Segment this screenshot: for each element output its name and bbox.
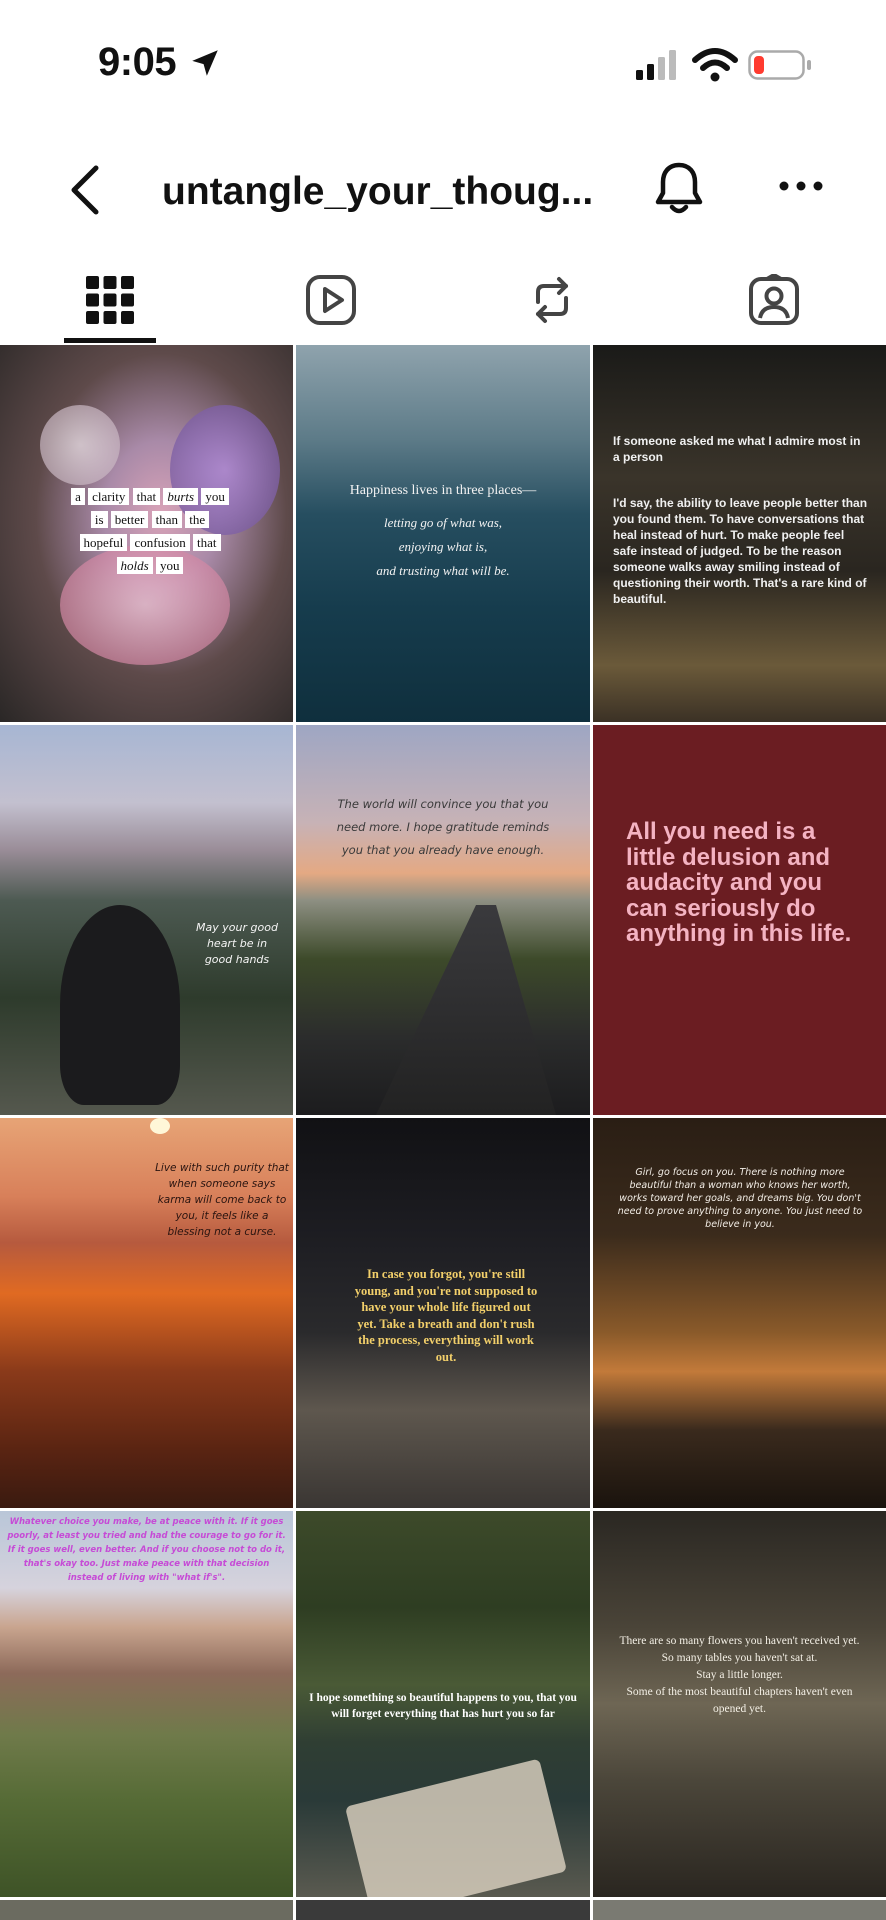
caption-word: hopeful (79, 534, 128, 551)
post-caption: Whatever choice you make, be at peace wi… (7, 1517, 286, 1583)
caption-word: that (193, 534, 221, 551)
profile-tabs (0, 256, 886, 344)
tab-tagged[interactable] (684, 256, 864, 344)
caption-word: burts (163, 488, 199, 505)
post-caption: I'd say, the ability to leave people bet… (613, 496, 868, 606)
post-tile[interactable]: Girl, go focus on you. There is nothing … (593, 1118, 886, 1508)
road-image (376, 905, 556, 1115)
caption-word: you (155, 557, 184, 574)
selected-tab-indicator (64, 338, 156, 343)
post-tile[interactable]: There are so many flowers you haven't re… (593, 1511, 886, 1897)
flower-image (40, 405, 120, 485)
back-chevron-icon[interactable] (66, 164, 106, 216)
caption-word: the (185, 511, 210, 528)
caption-line: Stay a little longer. (696, 1669, 783, 1681)
status-bar: 9:05 (0, 0, 886, 120)
more-dots-icon[interactable] (778, 178, 824, 194)
post-caption: Live with such purity that when someone … (155, 1162, 289, 1238)
caption-word: is (90, 511, 108, 528)
post-tile[interactable]: Live with such purity that when someone … (0, 1118, 293, 1508)
reposts-icon (536, 277, 568, 323)
caption-word: than (151, 511, 182, 528)
post-caption-lines: There are so many flowers you haven't re… (613, 1633, 866, 1718)
post-caption: In case you forgot, you're still young, … (354, 1267, 538, 1364)
post-tile[interactable]: Happiness lives in three places— letting… (296, 345, 590, 722)
post-caption: The world will convince you that you nee… (336, 797, 550, 857)
post-tile[interactable]: In case you forgot, you're still young, … (296, 1118, 590, 1508)
post-caption: All you need is a little delusion and au… (626, 818, 852, 947)
post-tile[interactable] (0, 1900, 293, 1920)
post-caption: May your good heart be in good hands (196, 921, 278, 966)
caption-word: a (71, 488, 85, 505)
location-arrow-icon (192, 50, 218, 76)
post-caption: enjoying what is, (398, 539, 488, 554)
caption-word: you (201, 488, 229, 505)
sun-image (150, 1118, 170, 1134)
profile-header: untangle_your_thoug... (0, 130, 886, 250)
book-image (344, 1758, 568, 1897)
post-caption: Happiness lives in three places— (349, 483, 537, 498)
tab-reposts[interactable] (462, 256, 642, 344)
post-caption: I hope something so beautiful happens to… (309, 1692, 577, 1720)
caption-line: Some of the most beautiful chapters have… (626, 1686, 853, 1715)
person-image (60, 905, 180, 1105)
caption-word: clarity (88, 488, 130, 505)
grid-icon (86, 276, 134, 324)
tab-posts-grid[interactable] (20, 256, 200, 344)
post-caption: Girl, go focus on you. There is nothing … (617, 1167, 863, 1230)
battery-low-icon (748, 50, 811, 80)
cellular-signal-icon (636, 50, 676, 80)
post-tile[interactable]: All you need is a little delusion and au… (593, 725, 886, 1115)
post-caption: letting go of what was, (383, 515, 503, 530)
post-caption-heading: If someone asked me what I admire most i… (613, 434, 861, 464)
tab-reels[interactable] (241, 256, 421, 344)
post-tile[interactable]: May your good heart be in good hands (0, 725, 293, 1115)
post-caption: and trusting what will be. (376, 563, 510, 578)
wifi-icon (692, 48, 738, 82)
reels-icon (306, 275, 356, 325)
bell-icon[interactable] (654, 160, 704, 216)
caption-word: confusion (130, 534, 190, 551)
caption-line: There are so many flowers you haven't re… (619, 1635, 860, 1647)
post-tile[interactable]: Whatever choice you make, be at peace wi… (0, 1511, 293, 1897)
post-tile[interactable]: The world will convince you that you nee… (296, 725, 590, 1115)
caption-word: better (110, 511, 149, 528)
caption-line: So many tables you haven't sat at. (661, 1652, 818, 1664)
clock-time: 9:05 (98, 40, 177, 84)
post-tile[interactable] (296, 1900, 590, 1920)
post-caption-words: a clarity that burts you is better than … (50, 485, 250, 577)
profile-username-title: untangle_your_thoug... (162, 170, 594, 213)
post-tile[interactable]: I hope something so beautiful happens to… (296, 1511, 590, 1897)
caption-word: holds (116, 557, 153, 574)
post-tile[interactable]: a clarity that burts you is better than … (0, 345, 293, 722)
post-tile[interactable]: If someone asked me what I admire most i… (593, 345, 886, 722)
post-tile[interactable] (593, 1900, 886, 1920)
posts-grid: a clarity that burts you is better than … (0, 345, 886, 1920)
tagged-icon (749, 274, 799, 325)
caption-word: that (132, 488, 161, 505)
